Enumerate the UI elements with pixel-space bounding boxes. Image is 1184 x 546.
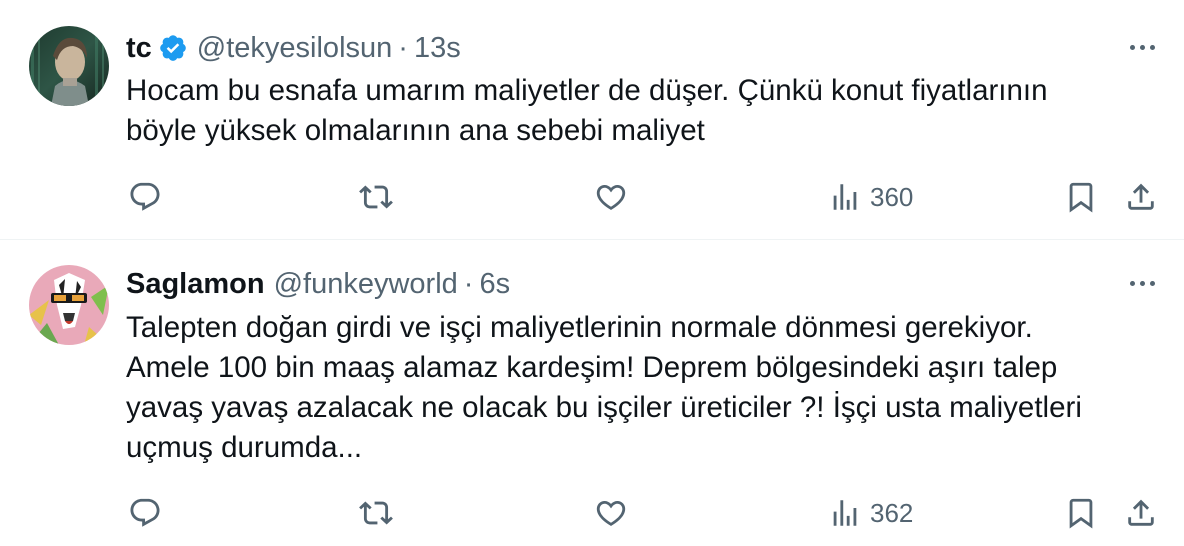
tweet-header: tc @tekyesilolsun · 13s [126, 28, 461, 68]
like-button[interactable] [594, 494, 628, 532]
timestamp[interactable]: 13s [414, 32, 461, 65]
more-icon[interactable] [1124, 268, 1160, 298]
tweet-actions: 362 [0, 494, 1184, 532]
avatar[interactable] [29, 265, 109, 345]
reply-icon [130, 182, 160, 211]
views-icon [833, 184, 857, 210]
reply-button[interactable] [128, 178, 162, 216]
tweet-actions: 360 [0, 178, 1184, 216]
avatar-image [29, 265, 109, 345]
user-handle[interactable]: @funkeyworld [274, 268, 458, 301]
views-button[interactable]: 362 [828, 494, 913, 532]
tweet-text-line: uçmuş durumda... [126, 431, 363, 464]
like-icon [596, 500, 626, 526]
like-icon [596, 184, 626, 210]
views-count: 360 [870, 181, 914, 212]
tweet-text-line: Talepten doğan girdi ve işçi maliyetleri… [126, 311, 1033, 344]
verified-badge-icon [158, 33, 188, 63]
tweet-header: Saglamon @funkeyworld · 6s [126, 264, 510, 304]
tweet-text: Hocam bu esnafa umarım maliyetler de düş… [126, 71, 1126, 151]
display-name[interactable]: tc [126, 32, 152, 65]
bookmark-button[interactable] [1064, 178, 1098, 216]
tweet-text-line: yavaş yavaş azalacak ne olacak bu işçile… [126, 391, 1082, 424]
views-button[interactable]: 360 [828, 178, 913, 216]
retweet-button[interactable] [359, 494, 393, 532]
avatar-image [29, 26, 109, 106]
reply-icon [130, 498, 160, 527]
tweet[interactable]: tc @tekyesilolsun · 13s Hocam bu esnafa … [0, 0, 1184, 240]
user-handle[interactable]: @tekyesilolsun [197, 32, 392, 65]
views-icon [833, 500, 857, 526]
separator: · [463, 267, 474, 300]
display-name[interactable]: Saglamon [126, 268, 265, 301]
bookmark-button[interactable] [1064, 494, 1098, 532]
retweet-icon [359, 185, 393, 209]
retweet-button[interactable] [359, 178, 393, 216]
retweet-icon [359, 501, 393, 525]
share-button[interactable] [1124, 494, 1158, 532]
reply-button[interactable] [128, 494, 162, 532]
tweet-text-line: Hocam bu esnafa umarım maliyetler de düş… [126, 74, 1048, 107]
tweet-text: Talepten doğan girdi ve işçi maliyetleri… [126, 308, 1126, 468]
tweet-text-line: Amele 100 bin maaş alamaz kardeşim! Depr… [126, 351, 1058, 384]
bookmark-icon [1069, 182, 1093, 213]
timestamp[interactable]: 6s [479, 268, 510, 301]
more-icon[interactable] [1124, 32, 1160, 62]
like-button[interactable] [594, 178, 628, 216]
share-button[interactable] [1124, 178, 1158, 216]
share-icon [1128, 499, 1154, 526]
tweet[interactable]: Saglamon @funkeyworld · 6s Talepten doğa… [0, 240, 1184, 546]
avatar[interactable] [29, 26, 109, 106]
separator: · [398, 31, 408, 64]
share-icon [1128, 183, 1154, 210]
views-count: 362 [870, 497, 914, 528]
bookmark-icon [1069, 498, 1093, 529]
tweet-text-line: böyle yüksek olmalarının ana sebebi mali… [126, 114, 705, 147]
